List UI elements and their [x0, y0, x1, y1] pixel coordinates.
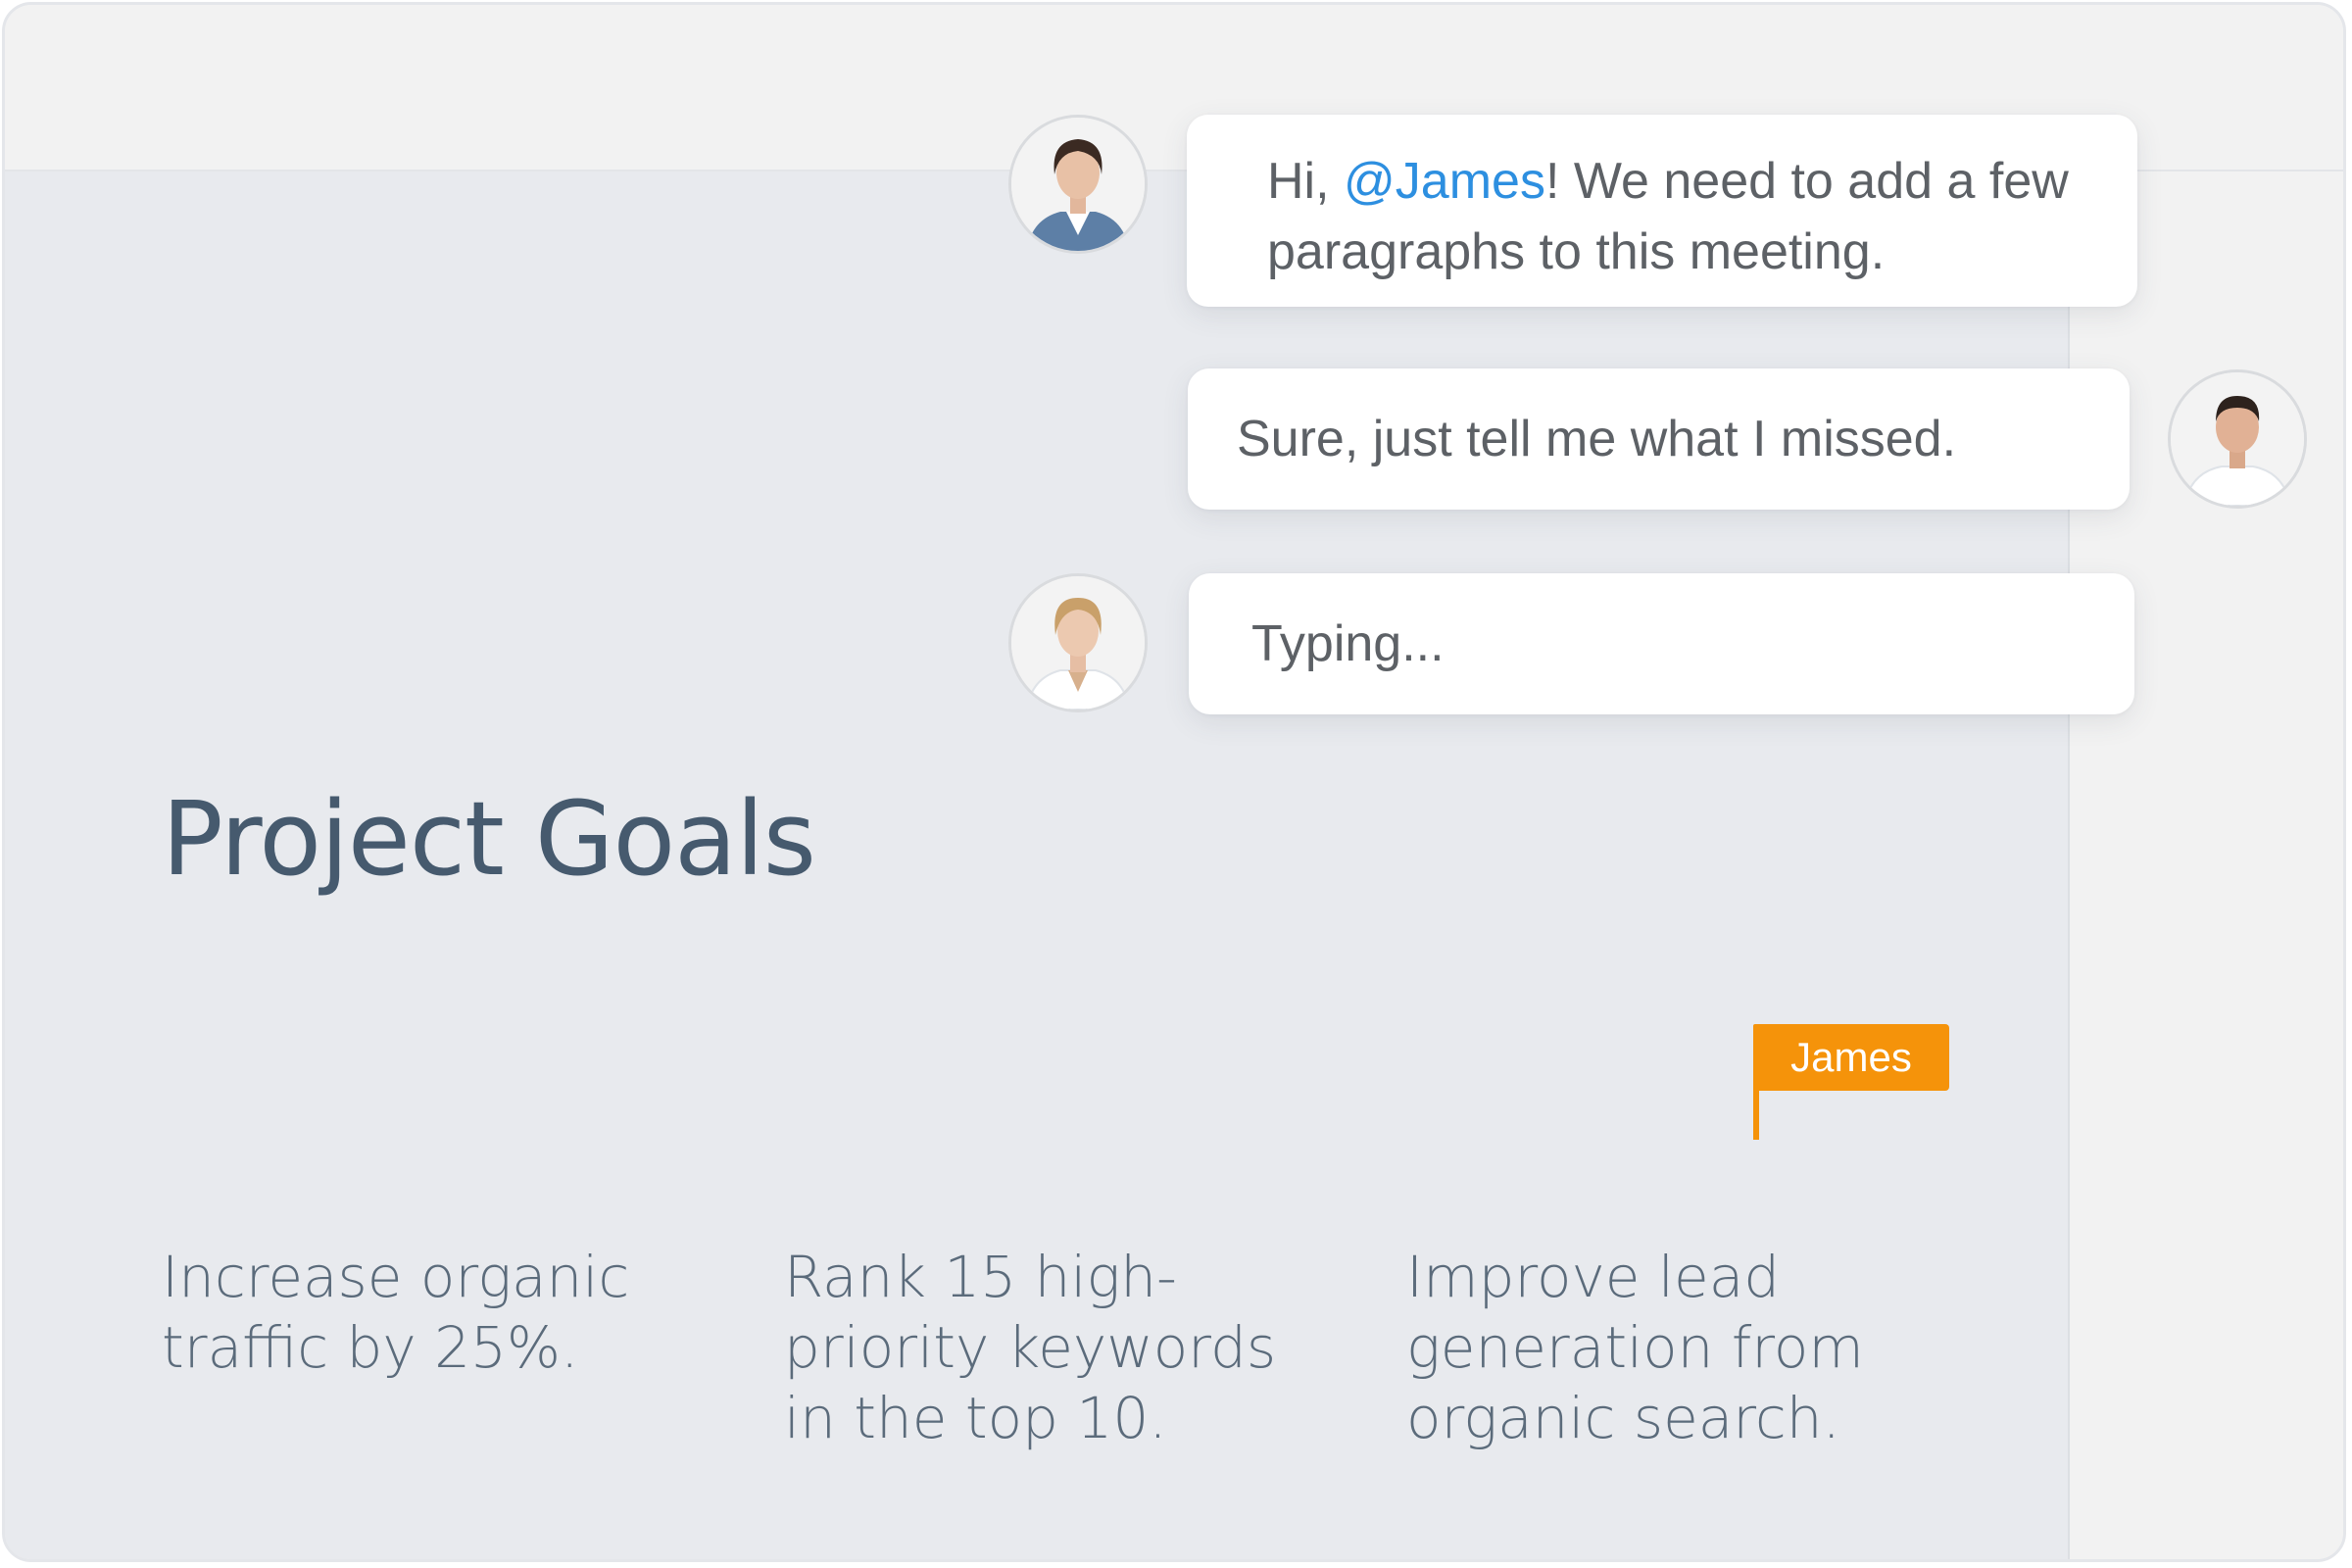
goal-text-1[interactable]: Increase organic traffic by 25%. — [162, 1242, 710, 1383]
goal-text-2[interactable]: Rank 15 high-priority keywords in the to… — [784, 1242, 1333, 1453]
goal-text-3[interactable]: Improve lead generation from organic sea… — [1406, 1242, 1936, 1453]
chat-message-2-text: Sure, just tell me what I missed. — [1237, 411, 1957, 467]
slide-title[interactable]: Project Goals — [162, 779, 816, 899]
collaborator-name-tag: James — [1753, 1024, 1949, 1091]
chat-typing-indicator: Typing... — [1189, 573, 2134, 714]
avatar-woman-white-blazer — [1008, 573, 1148, 712]
chat-message-1-prefix: Hi, — [1267, 153, 1344, 210]
app-window: Project Goals Increase organic traffic b… — [2, 2, 2346, 1562]
avatar-man-white-shirt — [2168, 369, 2307, 509]
mention-link[interactable]: @James — [1344, 153, 1545, 210]
typing-text: Typing... — [1251, 615, 1445, 672]
avatar-woman-blue-blazer — [1008, 115, 1148, 254]
chat-message-1: Hi, @James! We need to add a few paragra… — [1187, 115, 2137, 307]
chat-message-2: Sure, just tell me what I missed. — [1188, 368, 2130, 510]
